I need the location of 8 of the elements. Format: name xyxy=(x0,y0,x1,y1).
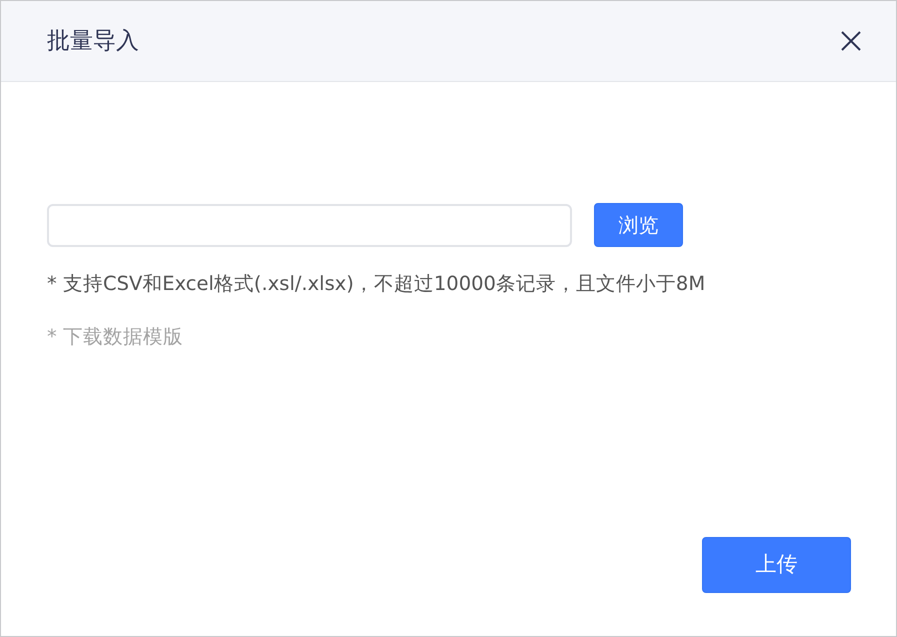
close-icon xyxy=(840,30,862,52)
dialog-title: 批量导入 xyxy=(47,26,139,56)
upload-button[interactable]: 上传 xyxy=(702,537,851,593)
template-download-link[interactable]: * 下载数据模版 xyxy=(47,322,183,352)
browse-button[interactable]: 浏览 xyxy=(594,203,683,247)
close-button[interactable] xyxy=(840,30,862,52)
format-hint: * 支持CSV和Excel格式(.xsl/.xlsx)，不超过10000条记录，且文件小于8M xyxy=(47,271,706,297)
file-input-field[interactable] xyxy=(47,204,572,246)
